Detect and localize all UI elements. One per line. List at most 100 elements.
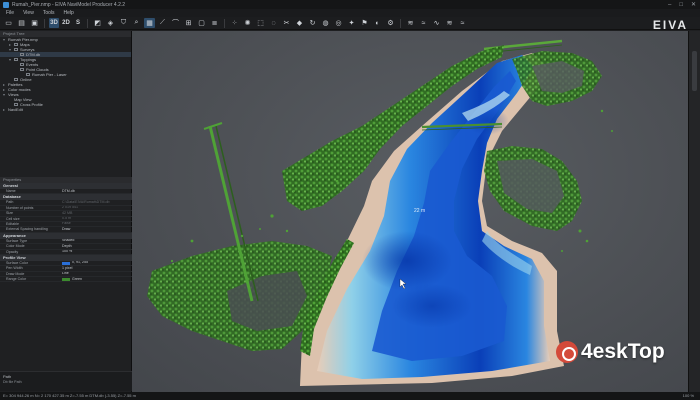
property-key: Color Mode	[6, 244, 25, 249]
globe-icon[interactable]: ◍	[320, 18, 331, 28]
property-value[interactable]: 2 019 541	[62, 206, 132, 210]
property-value[interactable]: 100 %	[62, 250, 132, 254]
color-swatch[interactable]	[62, 261, 70, 265]
view-s-button[interactable]: S	[73, 18, 83, 28]
watermark: 4eskTop	[556, 340, 665, 364]
properties-grid: General Name DTM.db Database Path C:\Data\EIV…	[0, 183, 132, 283]
flag-icon[interactable]: ⚑	[359, 18, 370, 28]
property-value-text: 2 019 541	[62, 205, 78, 210]
property-value-text: DTM.db	[62, 189, 75, 193]
window-title: Rumah_Pier.nmp - EIVA NaviModel Producer…	[12, 1, 126, 8]
property-value[interactable]: C:\Data\EIVA\Rumah\DTM.db	[62, 200, 132, 204]
menu-help[interactable]: Help	[64, 10, 74, 16]
main-toolbar: ▭ ▤ ▣ 3D 2D S ◩ ◈ ⛉ ⌕ ▦ ⟋ ⌒ ⊞ ▢ ≣ ⁘ ✺ ⬚ …	[0, 17, 700, 30]
menu-view[interactable]: View	[23, 10, 34, 16]
property-value[interactable]: Line	[62, 272, 132, 276]
left-panel: Project Tree ▾ Rumah Pier.nmp ▸ Maps ▾ Survey…	[0, 31, 132, 392]
select-icon[interactable]: ⬚	[255, 18, 266, 28]
minimize-button[interactable]: –	[668, 2, 671, 8]
depth-readout: 22 m	[414, 208, 425, 214]
property-value-text: Depth	[62, 244, 72, 248]
view-3d-button[interactable]: 3D	[49, 18, 59, 28]
frame-icon[interactable]: ▢	[196, 18, 207, 28]
measure-icon[interactable]: ⟋	[157, 18, 168, 28]
property-value[interactable]: 42 MB	[62, 211, 132, 215]
property-key: Surface Type	[6, 238, 28, 243]
visibility-checkbox[interactable]	[20, 53, 24, 57]
cross-section-icon[interactable]: ⊞	[183, 18, 194, 28]
property-key: External Spacing handling	[6, 227, 48, 232]
compass-icon[interactable]: ✦	[346, 18, 357, 28]
close-button[interactable]: ✕	[691, 1, 696, 8]
visibility-checkbox[interactable]	[14, 103, 18, 107]
wave-icon-2[interactable]: ≈	[418, 18, 429, 28]
surface-icon[interactable]: ◩	[92, 18, 103, 28]
property-value[interactable]: False	[62, 222, 132, 226]
property-value-text: Line	[62, 271, 69, 276]
right-scrollbar[interactable]	[688, 31, 700, 392]
tree-item-label: NaviEdit	[8, 107, 23, 112]
wave-icon-5[interactable]: ≈	[457, 18, 468, 28]
cut-icon[interactable]: ✂	[281, 18, 292, 28]
project-tree: ▾ Rumah Pier.nmp ▸ Maps ▾ Surveys DTM.db ▾ Toppi…	[0, 37, 131, 112]
settings-icon[interactable]: ⚙	[385, 18, 396, 28]
save-icon[interactable]: ▣	[29, 18, 40, 28]
property-value[interactable]: DTM.db	[62, 189, 132, 193]
tag-icon[interactable]: ◆	[294, 18, 305, 28]
coordinate-readout: E= 304 944.26 m N= 2 170 427.35 m Z=-7.5…	[3, 393, 136, 398]
menu-file[interactable]: File	[6, 10, 14, 16]
property-value[interactable]: 0.5 m	[62, 217, 132, 221]
rotate-icon[interactable]: ↻	[307, 18, 318, 28]
property-value[interactable]: 1 pixel	[62, 266, 132, 270]
color-swatch[interactable]	[62, 277, 70, 281]
property-value[interactable]: Green	[62, 277, 132, 281]
shield-icon[interactable]: ⛉	[118, 18, 129, 28]
property-key: Name	[6, 189, 16, 193]
app-icon	[3, 1, 9, 8]
visibility-checkbox[interactable]	[14, 48, 18, 52]
visibility-checkbox[interactable]	[20, 63, 24, 67]
point-cloud-icon[interactable]: ⁘	[229, 18, 240, 28]
visibility-checkbox[interactable]	[26, 73, 30, 77]
new-project-icon[interactable]: ▭	[3, 18, 14, 28]
watermark-logo-icon	[556, 341, 578, 363]
property-key: Opacity	[6, 249, 19, 254]
layers-icon[interactable]: ≣	[209, 18, 220, 28]
lasso-icon[interactable]: ◌	[268, 18, 279, 28]
profile-icon[interactable]: ⌒	[170, 18, 181, 28]
eiva-logo: EIVA	[652, 18, 688, 32]
property-row[interactable]: Range Color Green	[0, 277, 132, 283]
menu-tools[interactable]: Tools	[43, 10, 55, 16]
property-value[interactable]: 0, 91, 255	[62, 261, 132, 265]
maximize-button[interactable]: □	[679, 2, 683, 8]
window-controls: – □ ✕	[668, 0, 696, 9]
visibility-checkbox[interactable]	[14, 58, 18, 62]
wave-icon-1[interactable]: ≋	[405, 18, 416, 28]
wave-icon-4[interactable]: ≋	[444, 18, 455, 28]
cube-icon[interactable]: ◈	[105, 18, 116, 28]
property-value[interactable]: Depth	[62, 244, 132, 248]
watermark-text: 4eskTop	[581, 340, 665, 363]
light-icon[interactable]: ✺	[242, 18, 253, 28]
shading-icon[interactable]: ◐	[372, 18, 383, 28]
visibility-checkbox[interactable]	[14, 78, 18, 82]
scroll-thumb[interactable]	[692, 51, 697, 91]
property-value[interactable]: Draw	[62, 227, 132, 231]
3d-viewport[interactable]: 22 m	[132, 31, 688, 392]
property-value[interactable]: Shaded	[62, 239, 132, 243]
description-title: Path	[3, 374, 12, 379]
target-icon[interactable]: ◎	[333, 18, 344, 28]
view-2d-button[interactable]: 2D	[61, 18, 71, 28]
terrain-render: 22 m	[147, 39, 613, 386]
tree-item[interactable]: ▸ NaviEdit	[0, 107, 131, 112]
zoom-icon[interactable]: ⌕	[131, 18, 142, 28]
properties-panel: Properties General Name DTM.db Database Path…	[0, 177, 132, 283]
wave-icon-3[interactable]: ∿	[431, 18, 442, 28]
open-folder-icon[interactable]: ▤	[16, 18, 27, 28]
description-text: Db file Path	[3, 380, 22, 384]
toolbar-divider	[400, 18, 401, 28]
toolbar-divider	[224, 18, 225, 28]
visibility-checkbox[interactable]	[14, 43, 18, 47]
visibility-checkbox[interactable]	[20, 68, 24, 72]
grid-icon[interactable]: ▦	[144, 18, 155, 28]
